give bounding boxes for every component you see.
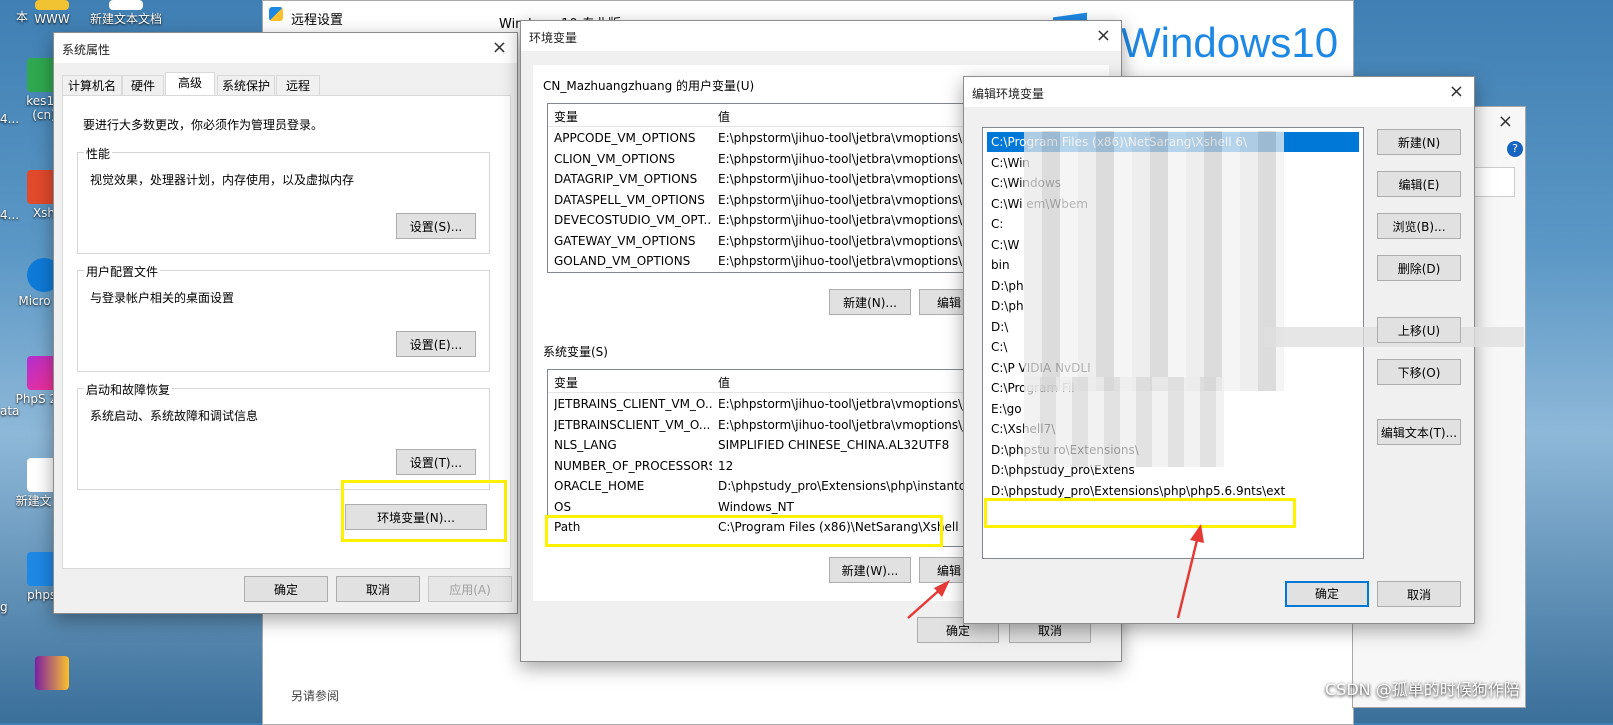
red-arrow (907, 580, 950, 619)
red-arrow (1176, 524, 1204, 619)
watermark: CSDN @孤单的时候狗作陪 (1325, 680, 1520, 699)
annotation-arrows (907, 524, 1204, 619)
